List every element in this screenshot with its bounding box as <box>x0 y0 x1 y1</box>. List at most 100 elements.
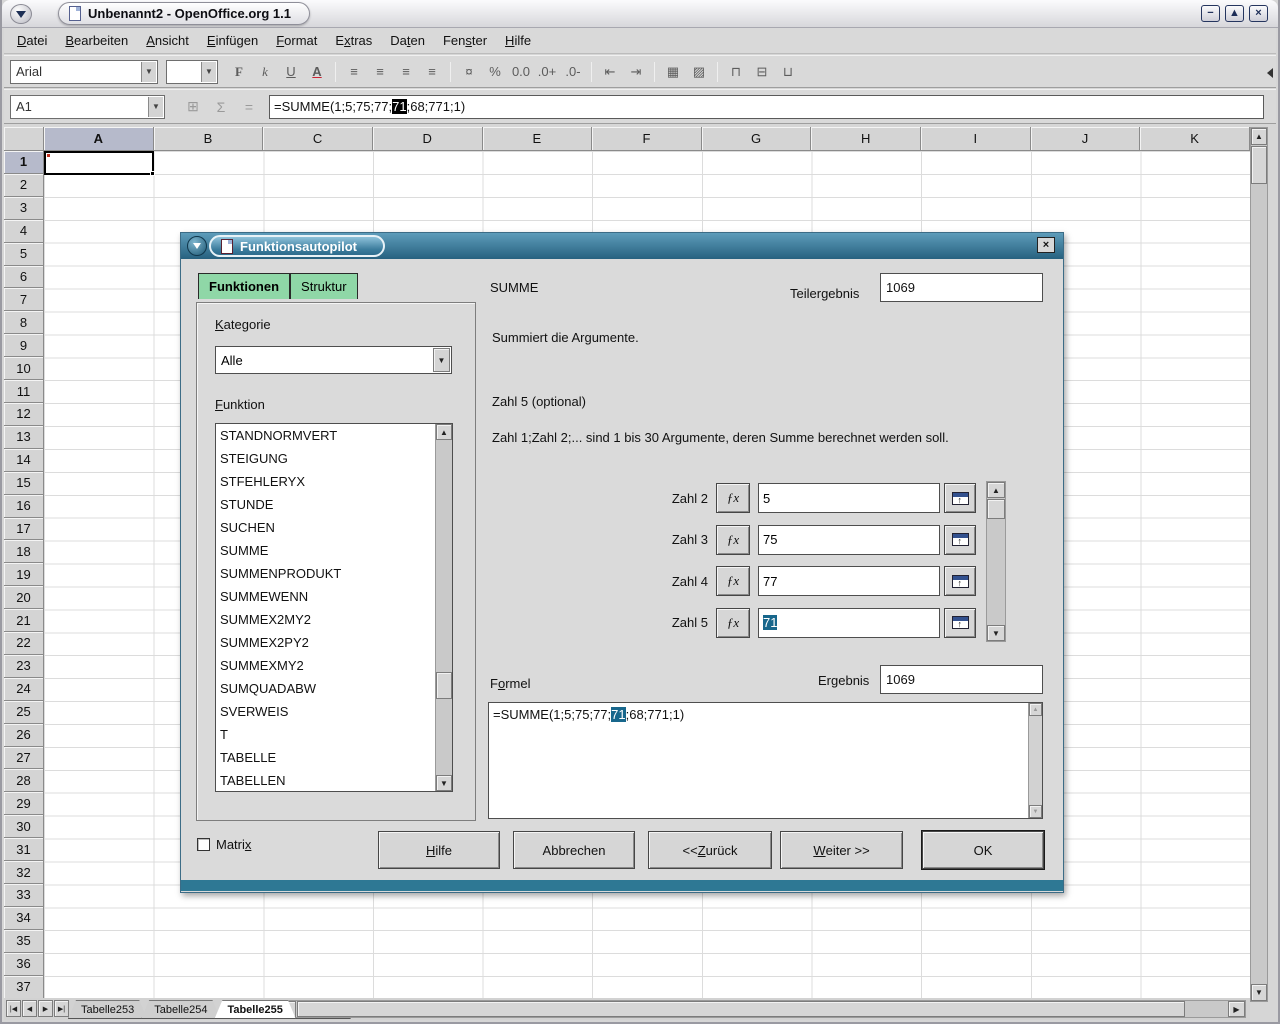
kategorie-dropdown[interactable]: Alle ▼ <box>215 346 452 374</box>
column-header[interactable]: B <box>154 127 264 151</box>
font-size-combo[interactable]: ▼ <box>166 60 218 84</box>
window-menu-button[interactable] <box>10 4 32 24</box>
row-header[interactable]: 1 <box>4 151 44 174</box>
horizontal-scroll-thumb[interactable] <box>297 1001 1185 1017</box>
row-header[interactable]: 5 <box>4 243 44 266</box>
row-header[interactable]: 6 <box>4 266 44 289</box>
column-header[interactable]: D <box>373 127 483 151</box>
first-sheet-icon[interactable]: |◀ <box>6 1000 21 1017</box>
currency-format-icon[interactable]: ¤ <box>457 60 481 84</box>
shrink-button[interactable] <box>944 483 976 513</box>
chevron-down-icon[interactable]: ▼ <box>201 62 216 82</box>
function-autopilot-icon[interactable]: ⊞ <box>181 96 205 118</box>
row-header[interactable]: 24 <box>4 678 44 701</box>
menu-item-ansicht[interactable]: Ansicht <box>137 29 198 52</box>
align-top-icon[interactable]: ⊓ <box>724 60 748 84</box>
cell-reference-box[interactable]: A1 ▼ <box>10 95 165 119</box>
row-header[interactable]: 29 <box>4 792 44 815</box>
row-header[interactable]: 28 <box>4 769 44 792</box>
function-list-item[interactable]: SUMMEX2MY2 <box>216 608 435 631</box>
row-header[interactable]: 8 <box>4 311 44 334</box>
row-header[interactable]: 34 <box>4 907 44 930</box>
function-equals-icon[interactable]: = <box>237 96 261 118</box>
dialog-tab[interactable]: Struktur <box>290 273 358 299</box>
row-header[interactable]: 16 <box>4 495 44 518</box>
column-header[interactable]: K <box>1140 127 1250 151</box>
formula-input[interactable]: =SUMME(1;5;75;77;71;68;771;1) <box>269 95 1264 119</box>
bold-icon[interactable]: F <box>227 60 251 84</box>
function-list-item[interactable]: STFEHLERYX <box>216 470 435 493</box>
row-header[interactable]: 33 <box>4 884 44 907</box>
row-header[interactable]: 37 <box>4 976 44 999</box>
minimize-button[interactable]: − <box>1201 5 1220 22</box>
menu-item-einfuegen[interactable]: Einfügen <box>198 29 267 52</box>
row-header[interactable]: 9 <box>4 334 44 357</box>
select-all-corner[interactable] <box>4 127 44 151</box>
zurueck-button[interactable]: << Zurück <box>648 831 772 869</box>
decrease-indent-icon[interactable]: ⇤ <box>598 60 622 84</box>
function-list-item[interactable]: SUMME <box>216 539 435 562</box>
scroll-down-icon[interactable]: ▼ <box>987 625 1005 641</box>
row-header[interactable]: 18 <box>4 540 44 563</box>
horizontal-scrollbar[interactable]: ◀ ▶ <box>278 1000 1246 1018</box>
scroll-up-icon[interactable]: ▲ <box>1251 128 1267 145</box>
chevron-down-icon[interactable]: ▼ <box>148 97 163 117</box>
align-right-icon[interactable]: ≡ <box>394 60 418 84</box>
list-scroll-thumb[interactable] <box>436 672 452 699</box>
fill-handle[interactable] <box>150 171 155 176</box>
next-sheet-icon[interactable]: ▶ <box>38 1000 53 1017</box>
row-header[interactable]: 35 <box>4 930 44 953</box>
column-header[interactable]: H <box>811 127 921 151</box>
row-header[interactable]: 2 <box>4 174 44 197</box>
row-header[interactable]: 19 <box>4 563 44 586</box>
row-header[interactable]: 17 <box>4 518 44 541</box>
ok-button[interactable]: OK <box>922 831 1044 869</box>
argument-input[interactable]: 77 <box>758 566 940 596</box>
function-list-scrollbar[interactable]: ▲ ▼ <box>435 424 452 791</box>
row-header[interactable]: 7 <box>4 288 44 311</box>
chevron-down-icon[interactable]: ▼ <box>433 348 450 372</box>
argument-scrollbar[interactable]: ▲ ▼ <box>986 481 1006 642</box>
row-header[interactable]: 10 <box>4 357 44 380</box>
menu-item-format[interactable]: Format <box>267 29 326 52</box>
row-header[interactable]: 12 <box>4 403 44 426</box>
sheet-tab[interactable]: Tabelle254 <box>141 1000 220 1019</box>
background-color-icon[interactable]: ▨ <box>687 60 711 84</box>
function-list-item[interactable]: STANDNORMVERT <box>216 424 435 447</box>
align-center-icon[interactable]: ≡ <box>368 60 392 84</box>
weiter-button[interactable]: Weiter >> <box>780 831 903 869</box>
function-wizard-button[interactable]: ƒx <box>716 483 750 513</box>
function-list-item[interactable]: STUNDE <box>216 493 435 516</box>
row-header[interactable]: 15 <box>4 472 44 495</box>
menu-item-bearbeiten[interactable]: Bearbeiten <box>56 29 137 52</box>
italic-icon[interactable]: k <box>253 60 277 84</box>
hilfe-button[interactable]: Hilfe <box>378 831 500 869</box>
column-header[interactable]: G <box>702 127 812 151</box>
abbrechen-button[interactable]: Abbrechen <box>513 831 635 869</box>
align-justify-icon[interactable]: ≡ <box>420 60 444 84</box>
row-header[interactable]: 13 <box>4 426 44 449</box>
scroll-right-icon[interactable]: ▶ <box>1228 1001 1245 1017</box>
function-list-item[interactable]: SUMMEX2PY2 <box>216 631 435 654</box>
column-header[interactable]: I <box>921 127 1031 151</box>
column-header[interactable]: F <box>592 127 702 151</box>
function-list-item[interactable]: TABELLE <box>216 746 435 769</box>
menu-item-hilfe[interactable]: Hilfe <box>496 29 540 52</box>
vertical-scroll-thumb[interactable] <box>1251 146 1267 184</box>
align-vcenter-icon[interactable]: ⊟ <box>750 60 774 84</box>
toolbar-overflow-icon[interactable] <box>1262 68 1273 78</box>
formel-textarea[interactable]: =SUMME(1;5;75;77;71;68;771;1) ▲ ▼ <box>488 702 1043 819</box>
function-list-item[interactable]: SVERWEIS <box>216 700 435 723</box>
function-listbox[interactable]: STANDNORMVERTSTEIGUNGSTFEHLERYXSTUNDESUC… <box>215 423 453 792</box>
function-list-item[interactable]: T <box>216 723 435 746</box>
function-list-item[interactable]: SUMMENPRODUKT <box>216 562 435 585</box>
delete-decimal-icon[interactable]: .0- <box>561 60 585 84</box>
menu-item-extras[interactable]: Extras <box>326 29 381 52</box>
row-header[interactable]: 14 <box>4 449 44 472</box>
add-decimal-icon[interactable]: .0+ <box>535 60 559 84</box>
row-header[interactable]: 20 <box>4 586 44 609</box>
argument-input[interactable]: 71 <box>758 608 940 638</box>
argument-input[interactable]: 5 <box>758 483 940 513</box>
percent-format-icon[interactable]: % <box>483 60 507 84</box>
row-header[interactable]: 31 <box>4 838 44 861</box>
